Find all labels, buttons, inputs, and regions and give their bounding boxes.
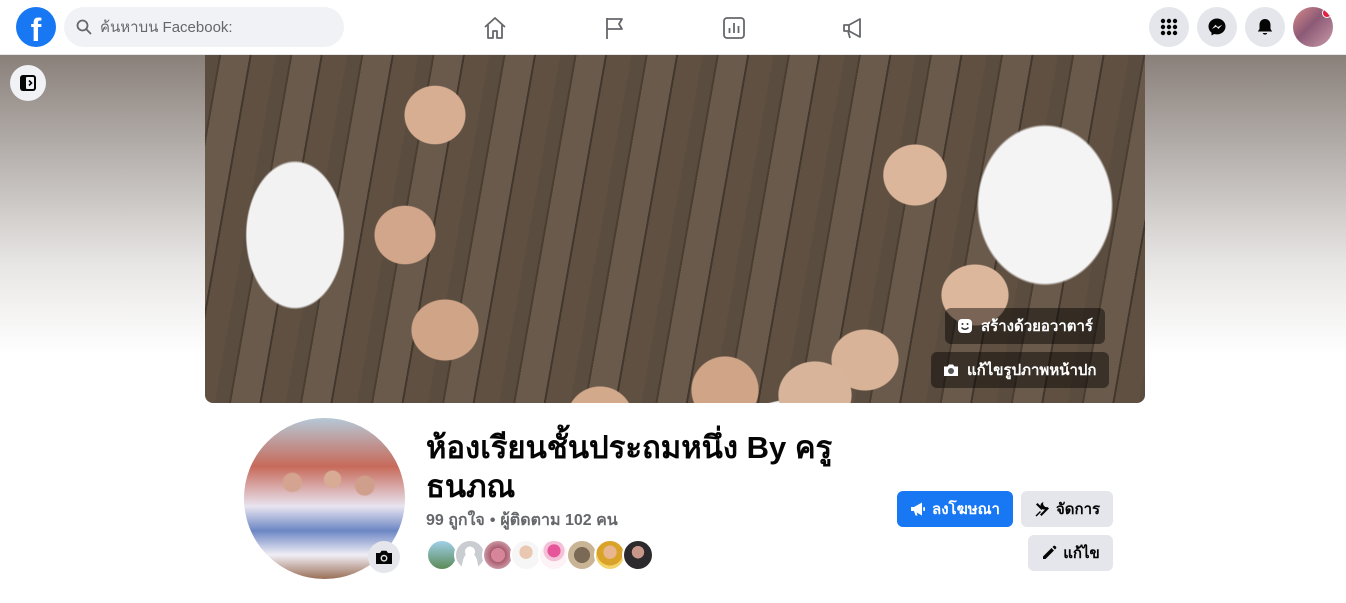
- edit-page-label: แก้ไข: [1063, 545, 1100, 562]
- create-with-avatar-label: สร้างด้วยอวาตาร์: [981, 318, 1093, 335]
- nav-insights[interactable]: [714, 8, 754, 48]
- menu-grid-icon: [1160, 18, 1178, 36]
- promote-label: ลงโฆษณา: [932, 501, 1000, 518]
- edit-page-button[interactable]: แก้ไข: [1028, 535, 1113, 571]
- facebook-logo-letter: f: [30, 12, 42, 47]
- follower-avatars: [426, 539, 654, 571]
- chart-icon: [723, 17, 745, 39]
- megaphone-icon: [911, 502, 926, 516]
- search-input[interactable]: [100, 18, 330, 36]
- nav-pages[interactable]: [595, 8, 635, 48]
- notifications-button[interactable]: [1245, 7, 1285, 47]
- create-with-avatar-button[interactable]: สร้างด้วยอวาตาร์: [945, 308, 1105, 344]
- megaphone-icon: [843, 18, 861, 39]
- nav-home[interactable]: [475, 8, 515, 48]
- messenger-icon: [1208, 18, 1226, 36]
- top-navigation-bar: f: [0, 0, 1346, 55]
- camera-icon: [944, 364, 958, 376]
- sidebar-toggle-button[interactable]: [10, 65, 46, 101]
- likes-count[interactable]: 99 ถูกใจ: [426, 512, 485, 529]
- facebook-logo[interactable]: f: [16, 7, 56, 47]
- promote-button[interactable]: ลงโฆษณา: [897, 491, 1013, 527]
- page-stats: 99 ถูกใจ • ผู้ติดตาม 102 คน: [426, 508, 618, 533]
- followers-count[interactable]: ผู้ติดตาม 102 คน: [500, 512, 617, 529]
- page-title: ห้องเรียนชั้นประถมหนึ่ง By ครูธนภณ: [426, 430, 833, 504]
- notification-dot: [1322, 8, 1332, 18]
- edit-cover-photo-label: แก้ไขรูปภาพหน้าปก: [967, 362, 1097, 379]
- search-box[interactable]: [64, 7, 344, 47]
- manage-label: จัดการ: [1055, 501, 1101, 518]
- edit-profile-picture-button[interactable]: [368, 541, 400, 573]
- tools-icon: [1035, 502, 1049, 517]
- cover-photo[interactable]: สร้างด้วยอวาตาร์ แก้ไขรูปภาพหน้าปก: [205, 55, 1145, 403]
- messenger-button[interactable]: [1197, 7, 1237, 47]
- stats-separator: •: [489, 512, 496, 529]
- bell-icon: [1257, 19, 1273, 35]
- search-icon: [76, 19, 92, 35]
- home-icon: [484, 17, 506, 39]
- sidebar-toggle-icon: [20, 75, 36, 91]
- menu-button[interactable]: [1149, 7, 1189, 47]
- account-avatar[interactable]: [1293, 7, 1333, 47]
- camera-icon: [376, 550, 392, 564]
- edit-cover-photo-button[interactable]: แก้ไขรูปภาพหน้าปก: [931, 352, 1109, 388]
- pencil-icon: [1043, 545, 1057, 559]
- manage-button[interactable]: จัดการ: [1021, 491, 1113, 527]
- avatar-icon: [958, 319, 972, 333]
- follower-avatar[interactable]: [622, 539, 654, 571]
- flag-icon: [606, 18, 623, 39]
- nav-ads[interactable]: [833, 8, 873, 48]
